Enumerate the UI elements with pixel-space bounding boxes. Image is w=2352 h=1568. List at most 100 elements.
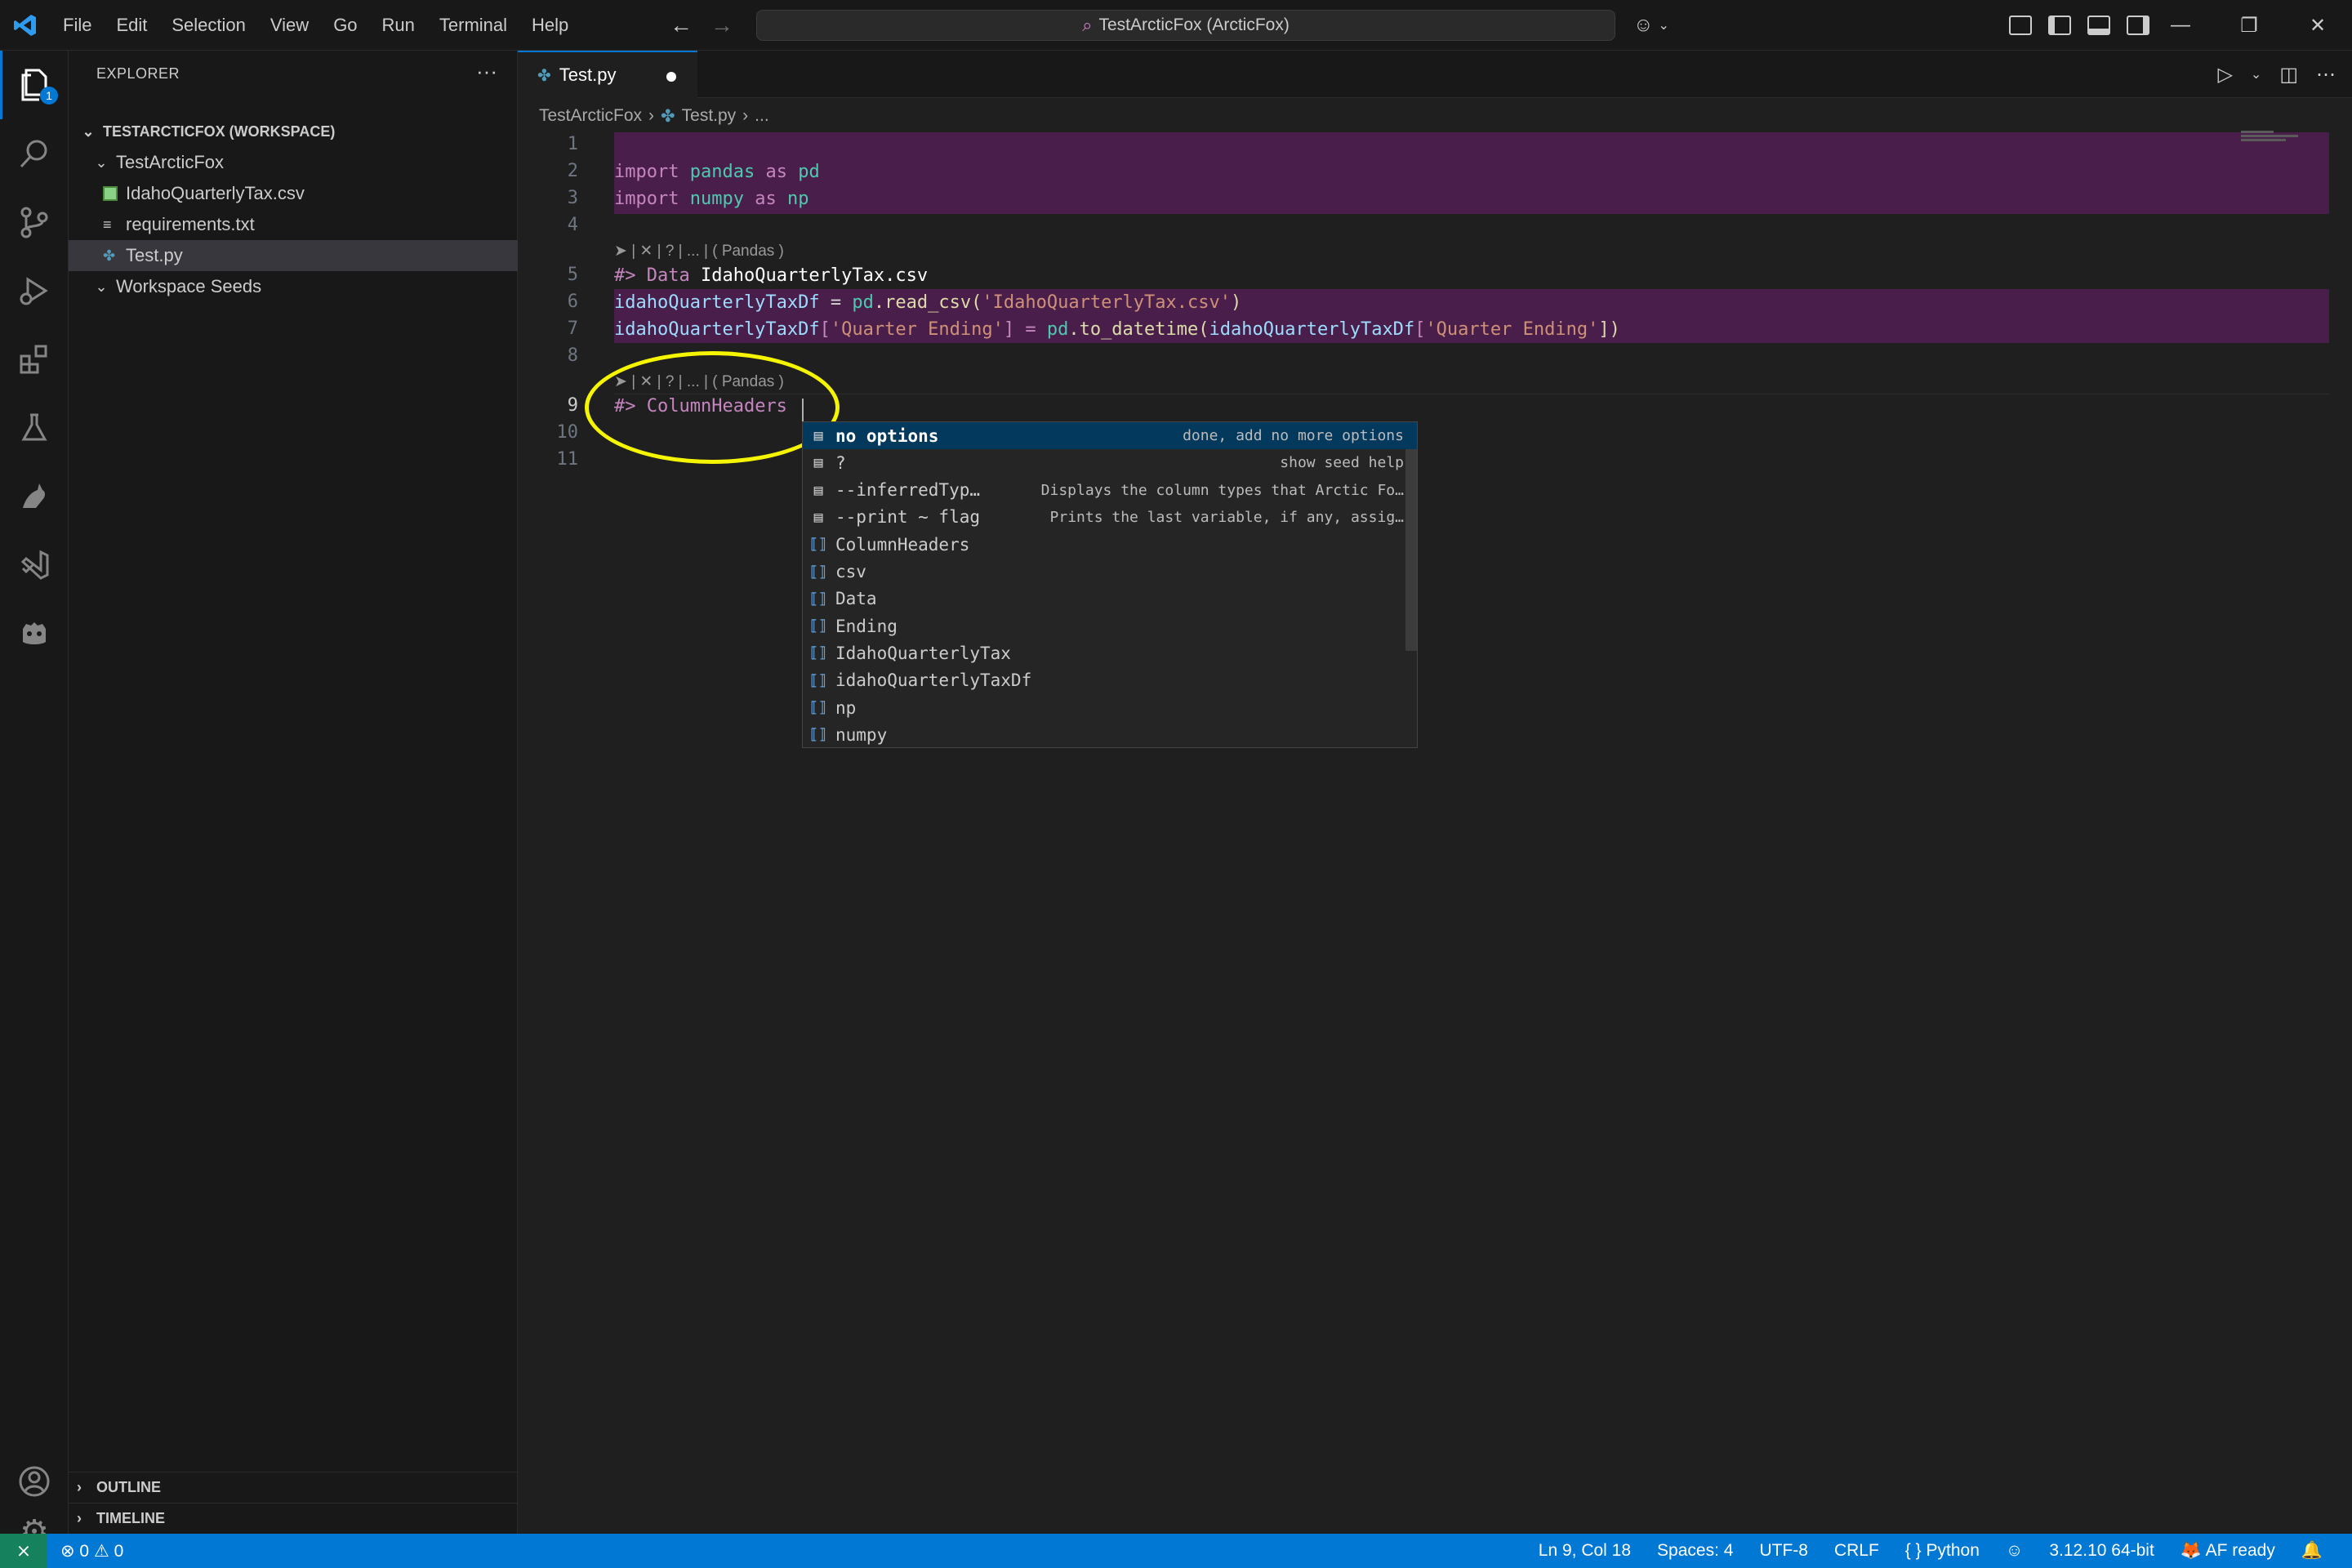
back-arrow-icon[interactable]: ← xyxy=(670,12,693,38)
tab-test-py[interactable]: ✤ Test.py xyxy=(518,51,697,98)
timeline-label: TIMELINE xyxy=(96,1510,165,1526)
forward-arrow-icon[interactable]: → xyxy=(710,12,733,38)
cursor-position[interactable]: Ln 9, Col 18 xyxy=(1526,1541,1644,1561)
suggest-label: ? xyxy=(835,452,846,473)
tab-label: Test.py xyxy=(559,65,617,85)
unsaved-dot-icon[interactable] xyxy=(666,72,676,82)
visual-studio-icon[interactable] xyxy=(0,531,69,599)
folder-label: TestArcticFox xyxy=(116,152,225,172)
more-actions-icon[interactable]: ··· xyxy=(476,59,497,84)
restore-icon[interactable]: ❐ xyxy=(2215,0,2283,51)
explorer-icon[interactable]: 1 xyxy=(0,51,69,119)
suggest-item[interactable]: ⟦⟧ csv xyxy=(803,559,1417,586)
problems-status[interactable]: ⊗ 0 ⚠ 0 xyxy=(47,1541,136,1561)
eol-status[interactable]: CRLF xyxy=(1821,1541,1892,1561)
workspace-root[interactable]: ⌄ TESTARCTICFOX (WORKSPACE) xyxy=(69,116,518,147)
command-center[interactable]: ⌕ TestArcticFox (ArcticFox) xyxy=(756,10,1615,41)
menu-selection[interactable]: Selection xyxy=(159,0,258,51)
variable-icon: ⟦⟧ xyxy=(809,536,827,554)
suggest-item[interactable]: ▤ no options done, add no more options xyxy=(803,422,1417,449)
suggest-widget[interactable]: ▤ no options done, add no more options ▤? sh… xyxy=(802,421,1418,748)
godot-icon[interactable] xyxy=(0,599,69,668)
code-line-7: idahoQuarterlyTaxDf['Quarter Ending'] = … xyxy=(614,319,1620,340)
suggest-item[interactable]: ▤ --print ~ flag Prints the last variable,… xyxy=(803,504,1417,531)
suggest-label: csv xyxy=(835,562,866,581)
split-editor-icon[interactable]: ◫ xyxy=(2279,63,2298,87)
menu-bar: File Edit Selection View Go Run Terminal… xyxy=(51,0,581,51)
suggest-item[interactable]: ⟦⟧ Ending xyxy=(803,612,1417,639)
code-editor[interactable]: 1 2 3 4 5 6 7 8 9 10 11 import pandas as… xyxy=(518,131,2329,1519)
toggle-primary-sidebar-icon[interactable] xyxy=(2048,16,2071,35)
close-icon[interactable]: ✕ xyxy=(2283,0,2352,51)
language-mode[interactable]: { } Python xyxy=(1892,1541,1993,1561)
menu-terminal[interactable]: Terminal xyxy=(427,0,519,51)
breadcrumb-symbols[interactable]: ... xyxy=(755,106,769,126)
file-idahoquarterlytax-csv[interactable]: IdahoQuarterlyTax.csv xyxy=(69,178,518,209)
timeline-section[interactable]: › TIMELINE xyxy=(69,1503,518,1534)
copilot-menu[interactable]: ☺ ⌄ xyxy=(1633,0,1669,51)
more-actions-icon[interactable]: ⋯ xyxy=(2316,63,2336,87)
variable-icon: ⟦⟧ xyxy=(809,699,827,716)
breadcrumb-file[interactable]: Test.py xyxy=(682,106,737,126)
window-controls: — ❐ ✕ xyxy=(2146,0,2352,51)
code-line-3: import numpy as np xyxy=(614,189,809,209)
suggest-label: --inferredTyp… xyxy=(835,480,981,501)
menu-file[interactable]: File xyxy=(51,0,104,51)
file-requirements-txt[interactable]: ≡ requirements.txt xyxy=(69,209,518,240)
suggest-item[interactable]: ⟦⟧ numpy xyxy=(803,721,1417,748)
suggest-item[interactable]: ▤? show seed help xyxy=(803,449,1417,476)
suggest-item[interactable]: ⟦⟧ np xyxy=(803,694,1417,721)
folder-testarcticfox[interactable]: ⌄ TestArcticFox xyxy=(69,147,518,178)
text-file-icon: ≡ xyxy=(103,216,112,233)
variable-icon: ⟦⟧ xyxy=(809,726,827,744)
outline-section[interactable]: › OUTLINE xyxy=(69,1472,518,1503)
indentation-status[interactable]: Spaces: 4 xyxy=(1644,1541,1746,1561)
file-label: requirements.txt xyxy=(126,214,255,234)
python-file-icon: ✤ xyxy=(537,66,551,85)
minimize-icon[interactable]: — xyxy=(2146,0,2215,51)
run-debug-icon[interactable] xyxy=(0,256,69,325)
folder-workspace-seeds[interactable]: ⌄ Workspace Seeds xyxy=(69,271,518,302)
suggest-item[interactable]: ⟦⟧ Data xyxy=(803,586,1417,612)
suggest-item[interactable]: ⟦⟧ IdahoQuarterlyTax xyxy=(803,639,1417,666)
variable-icon: ⟦⟧ xyxy=(809,590,827,608)
menu-view[interactable]: View xyxy=(258,0,321,51)
breadcrumb-folder[interactable]: TestArcticFox xyxy=(539,106,642,126)
search-view-icon[interactable] xyxy=(0,119,69,188)
suggest-item[interactable]: ▤ --inferredTyp… Displays the column types… xyxy=(803,477,1417,504)
line-number: 4 xyxy=(567,215,578,235)
customize-layout-icon[interactable] xyxy=(2009,16,2032,35)
af-status[interactable]: 🦊 AF ready xyxy=(2167,1541,2288,1561)
chevron-down-icon[interactable]: ⌄ xyxy=(2251,66,2261,82)
chevron-down-icon: ⌄ xyxy=(1658,19,1669,33)
remote-indicator-icon[interactable]: ⨯ xyxy=(0,1534,47,1568)
minimap[interactable] xyxy=(2241,131,2306,147)
suggest-detail: done, add no more options xyxy=(1183,427,1404,444)
copilot-status-icon[interactable]: ☺ xyxy=(1993,1541,2036,1561)
menu-edit[interactable]: Edit xyxy=(104,0,159,51)
file-test-py[interactable]: ✤ Test.py xyxy=(69,240,518,271)
toggle-panel-icon[interactable] xyxy=(2087,16,2110,35)
line-number: 1 xyxy=(567,134,578,154)
menu-go[interactable]: Go xyxy=(321,0,369,51)
suggest-item[interactable]: ⟦⟧ ColumnHeaders xyxy=(803,531,1417,558)
suggest-item[interactable]: ⟦⟧ idahoQuarterlyTaxDf xyxy=(803,667,1417,694)
run-python-icon[interactable]: ▷ xyxy=(2217,63,2232,87)
csv-file-icon xyxy=(103,186,118,201)
menu-run[interactable]: Run xyxy=(370,0,427,51)
seed-codelens[interactable]: ➤ | ✕ | ? | ... | ( Pandas ) xyxy=(614,242,784,261)
arctic-fox-icon[interactable] xyxy=(0,462,69,531)
python-interpreter[interactable]: 3.12.10 64-bit xyxy=(2036,1541,2167,1561)
encoding-status[interactable]: UTF-8 xyxy=(1746,1541,1821,1561)
testing-flask-icon[interactable] xyxy=(0,394,69,462)
chevron-right-icon: › xyxy=(742,106,749,125)
extensions-icon[interactable] xyxy=(0,325,69,394)
search-icon: ⌕ xyxy=(1082,15,1093,35)
suggest-detail: show seed help xyxy=(1280,454,1404,472)
source-control-icon[interactable] xyxy=(0,188,69,256)
editor-tab-bar: ✤ Test.py ▷ ⌄ ◫ ⋯ xyxy=(518,51,2352,98)
notifications-bell-icon[interactable]: 🔔 xyxy=(2288,1541,2336,1561)
menu-help[interactable]: Help xyxy=(519,0,581,51)
chevron-down-icon: ⌄ xyxy=(82,122,95,140)
chevron-right-icon: › xyxy=(77,1479,82,1495)
